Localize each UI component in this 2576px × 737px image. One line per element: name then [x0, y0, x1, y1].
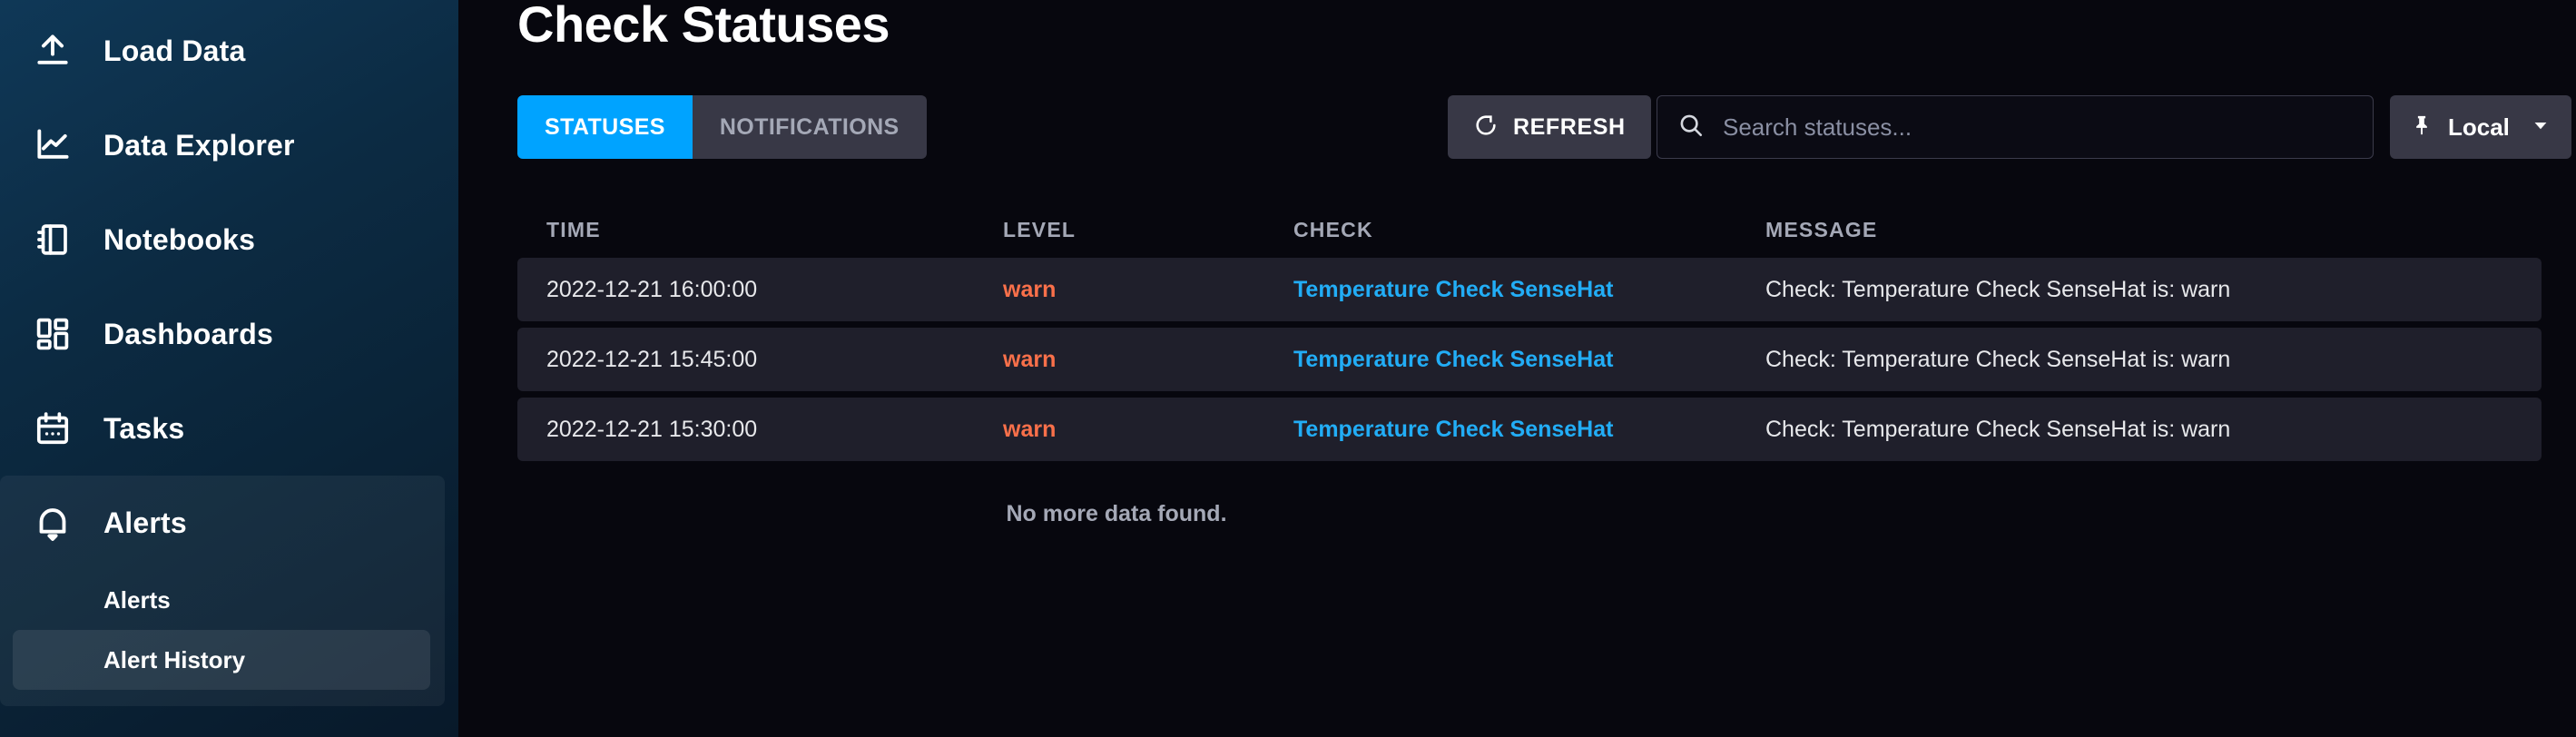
cell-time: 2022-12-21 15:45:00 — [546, 346, 758, 372]
column-header-check: CHECK — [1293, 217, 1373, 241]
cell-message: Check: Temperature Check SenseHat is: wa… — [1765, 416, 2231, 442]
sidebar: Load Data Data Explorer Notebooks Dashbo… — [0, 0, 458, 737]
timezone-dropdown[interactable]: Local — [2390, 95, 2571, 159]
search-placeholder: Search statuses... — [1723, 113, 1912, 141]
cell-message: Check: Temperature Check SenseHat is: wa… — [1765, 346, 2231, 372]
table-row[interactable]: 2022-12-21 15:30:00 warn Temperature Che… — [517, 398, 2542, 461]
cell-check[interactable]: Temperature Check SenseHat — [1293, 347, 1765, 373]
bell-icon — [27, 497, 78, 548]
check-statuses-table: TIME LEVEL CHECK MESSAGE 2022-12-21 16:0… — [517, 201, 2542, 467]
sidebar-item-label: Alerts — [103, 506, 187, 539]
page-title: Check Statuses — [517, 0, 890, 53]
sidebar-subitem-label: Alerts — [103, 585, 171, 614]
refresh-label: REFRESH — [1513, 113, 1626, 140]
calendar-icon — [27, 403, 78, 454]
sidebar-subitem-alerts[interactable]: Alerts — [13, 570, 430, 630]
search-statuses-field[interactable]: Search statuses... — [1657, 95, 2374, 159]
pin-icon — [2410, 113, 2433, 142]
app-root: Load Data Data Explorer Notebooks Dashbo… — [0, 0, 2576, 737]
sidebar-item-tasks[interactable]: Tasks — [0, 381, 458, 476]
tab-group: STATUSES NOTIFICATIONS — [517, 95, 927, 159]
sidebar-item-data-explorer[interactable]: Data Explorer — [0, 98, 458, 192]
cell-check[interactable]: Temperature Check SenseHat — [1293, 417, 1765, 443]
toolbar: STATUSES NOTIFICATIONS REFRESH Search st… — [517, 95, 2571, 159]
cell-message: Check: Temperature Check SenseHat is: wa… — [1765, 276, 2231, 302]
sidebar-item-label: Data Explorer — [103, 128, 295, 162]
refresh-button[interactable]: REFRESH — [1448, 95, 1651, 159]
cell-time: 2022-12-21 15:30:00 — [546, 416, 758, 442]
table-row[interactable]: 2022-12-21 15:45:00 warn Temperature Che… — [517, 328, 2542, 391]
chevron-down-icon — [2530, 114, 2551, 141]
sidebar-item-label: Load Data — [103, 34, 246, 67]
column-header-time: TIME — [546, 217, 601, 241]
column-header-message: MESSAGE — [1765, 217, 1878, 241]
upload-icon — [27, 25, 78, 76]
cell-time: 2022-12-21 16:00:00 — [546, 276, 758, 302]
column-header-level: LEVEL — [1003, 217, 1077, 241]
sidebar-item-alerts[interactable]: Alerts — [0, 476, 445, 570]
timezone-label: Local — [2448, 113, 2510, 141]
table-header-row: TIME LEVEL CHECK MESSAGE — [517, 201, 2542, 258]
tab-notifications[interactable]: NOTIFICATIONS — [692, 95, 927, 159]
main-content: Check Statuses STATUSES NOTIFICATIONS RE… — [458, 0, 2576, 737]
sidebar-item-label: Tasks — [103, 411, 185, 445]
tab-statuses[interactable]: STATUSES — [517, 95, 693, 159]
search-icon — [1677, 112, 1705, 143]
sidebar-subitem-label: Alert History — [103, 645, 246, 673]
notebook-icon — [27, 214, 78, 265]
cell-level: warn — [1003, 346, 1057, 372]
sidebar-item-dashboards[interactable]: Dashboards — [0, 287, 458, 381]
cell-check[interactable]: Temperature Check SenseHat — [1293, 277, 1765, 303]
no-more-data-message: No more data found. — [1006, 501, 1227, 526]
sidebar-item-load-data[interactable]: Load Data — [0, 4, 458, 98]
line-chart-icon — [27, 120, 78, 171]
sidebar-item-label: Dashboards — [103, 317, 273, 350]
sidebar-section-alerts: Alerts Alerts Alert History — [0, 476, 445, 706]
cell-level: warn — [1003, 416, 1057, 442]
sidebar-item-notebooks[interactable]: Notebooks — [0, 192, 458, 287]
dashboard-grid-icon — [27, 309, 78, 359]
refresh-icon — [1473, 113, 1499, 142]
sidebar-subitem-alert-history[interactable]: Alert History — [13, 630, 430, 690]
cell-level: warn — [1003, 276, 1057, 302]
table-row[interactable]: 2022-12-21 16:00:00 warn Temperature Che… — [517, 258, 2542, 321]
sidebar-item-label: Notebooks — [103, 222, 256, 256]
